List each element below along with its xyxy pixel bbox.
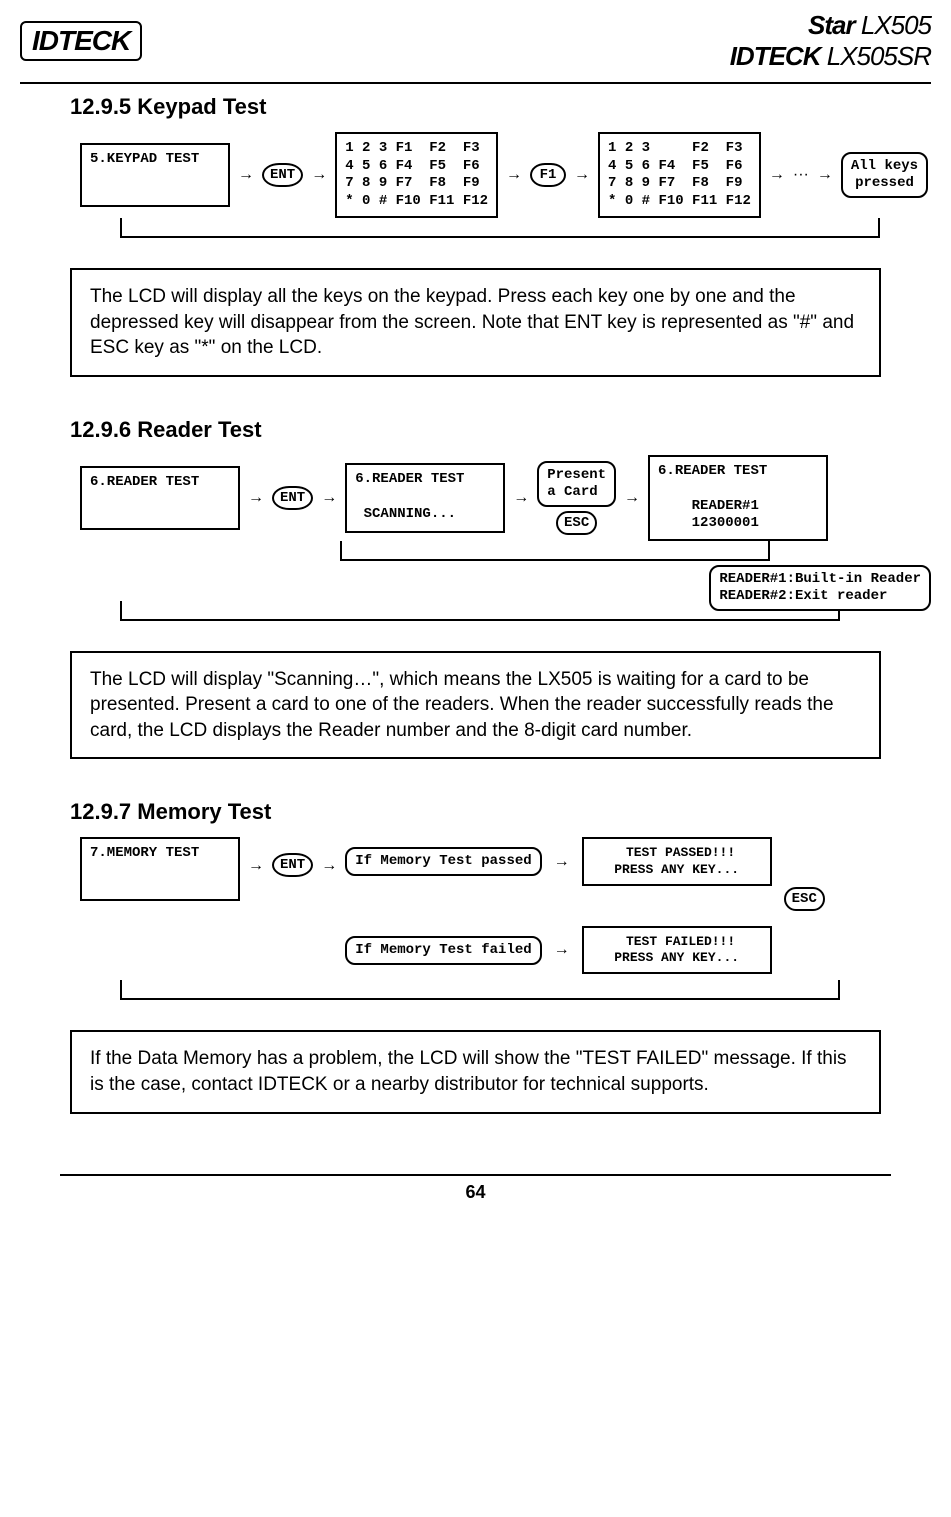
lcd-reader-menu: 6.READER TEST [80,466,240,530]
section-title-keypad: 12.9.5 Keypad Test [70,94,931,120]
note-keypad: The LCD will display all the keys on the… [70,268,881,377]
lcd-memory-pass: TEST PASSED!!! PRESS ANY KEY... [582,837,772,886]
lcd-reader-result: 6.READER TEST READER#1 12300001 [648,455,828,541]
logo-right-model2: LX505SR [820,41,931,71]
footer-divider [60,1174,891,1176]
ent-key: ENT [262,163,303,187]
lcd-memory-fail: TEST FAILED!!! PRESS ANY KEY... [582,926,772,975]
lcd-keypad-full: 1 2 3 F1 F2 F3 4 5 6 F4 F5 F6 7 8 9 F7 F… [335,132,498,218]
diagram-memory: 7.MEMORY TEST → ENT → If Memory Test pas… [80,837,931,1000]
logo-right-model1: LX505 [855,10,931,40]
section-title-reader: 12.9.6 Reader Test [70,417,931,443]
arrow-icon: → [246,489,266,507]
diagram-keypad: 5.KEYPAD TEST → ENT → 1 2 3 F1 F2 F3 4 5… [80,132,931,238]
pill-all-keys-pressed: All keys pressed [841,152,928,198]
ent-key: ENT [272,853,313,877]
arrow-icon: → [504,166,524,184]
section-title-memory: 12.9.7 Memory Test [70,799,931,825]
logo-left: IDTECK [20,21,142,61]
note-memory: If the Data Memory has a problem, the LC… [70,1030,881,1113]
lcd-keypad-menu: 5.KEYPAD TEST [80,143,230,207]
arrow-icon: → [622,489,642,507]
arrow-icon: → [815,166,835,184]
header-divider [20,82,931,84]
diagram-reader: 6.READER TEST → ENT → 6.READER TEST SCAN… [80,455,931,621]
flow-return-line [340,541,770,561]
arrow-icon: → [552,941,572,959]
arrow-icon: → [572,166,592,184]
pill-memory-fail-cond: If Memory Test failed [345,936,541,965]
lcd-memory-menu: 7.MEMORY TEST [80,837,240,901]
note-reader: The LCD will display "Scanning…", which … [70,651,881,760]
arrow-icon: → [319,489,339,507]
pill-present-card: Present a Card [537,461,616,507]
logo-right-star: Star [808,10,855,40]
lcd-reader-scanning: 6.READER TEST SCANNING... [345,463,505,533]
ent-key: ENT [272,486,313,510]
page-header: IDTECK Star LX505 IDTECK LX505SR [20,10,931,78]
f1-key: F1 [530,163,566,187]
arrow-icon: → [319,857,339,875]
esc-key: ESC [784,887,825,911]
pill-reader-map: READER#1:Built-in Reader READER#2:Exit r… [709,565,931,611]
arrow-icon: → [511,489,531,507]
flow-return-line [120,218,880,238]
flow-return-line [120,980,840,1000]
arrow-icon: → [552,853,572,871]
page-number: 64 [20,1182,931,1203]
pill-memory-pass-cond: If Memory Test passed [345,847,541,876]
arrow-icon: → [236,166,256,184]
arrow-icon: → [309,166,329,184]
lcd-keypad-after: 1 2 3 F2 F3 4 5 6 F4 F5 F6 7 8 9 F7 F8 F… [598,132,761,218]
arrow-icon: → [246,857,266,875]
logo-right: Star LX505 IDTECK LX505SR [730,10,931,72]
continuation-dots: ··· [793,166,809,184]
arrow-icon: → [767,166,787,184]
esc-key: ESC [556,511,597,535]
logo-right-brand: IDTECK [730,41,821,71]
